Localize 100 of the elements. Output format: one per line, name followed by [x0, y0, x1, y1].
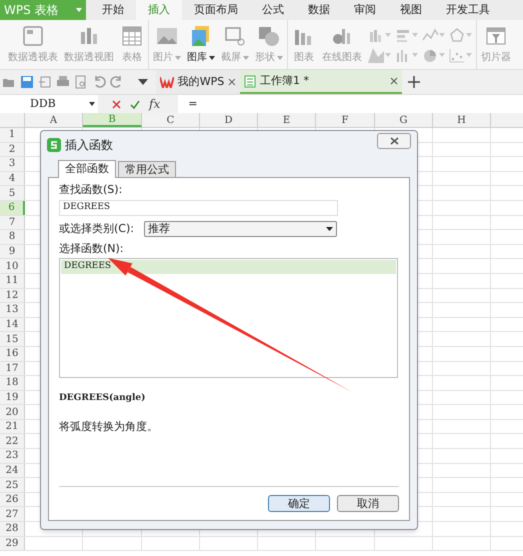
row-header[interactable]: 17: [0, 362, 25, 376]
caret-icon: [243, 56, 249, 60]
column-header[interactable]: G: [375, 113, 433, 127]
cancel-button[interactable]: 取消: [337, 495, 399, 512]
caret-icon: [385, 52, 391, 56]
caret-icon: [466, 32, 472, 36]
close-icon: [390, 137, 398, 145]
row-header[interactable]: 1: [0, 128, 25, 142]
ok-button[interactable]: 确定: [268, 495, 330, 512]
print-preview-icon[interactable]: [74, 75, 88, 89]
row-header[interactable]: 26: [0, 492, 25, 506]
function-button[interactable]: fx: [149, 95, 160, 113]
field-label: 或选择类别(C):: [59, 220, 135, 236]
caret-icon: [385, 32, 391, 36]
caret-icon: [175, 56, 181, 60]
print-icon[interactable]: [56, 75, 70, 89]
caret-icon: [439, 52, 445, 56]
row-header[interactable]: 19: [0, 390, 25, 404]
row-header[interactable]: 3: [0, 157, 25, 171]
column-header[interactable]: D: [200, 113, 258, 127]
field-label: 查找函数(S):: [59, 182, 124, 198]
row-header[interactable]: 8: [0, 230, 25, 244]
column-header[interactable]: B: [83, 113, 142, 127]
row-header[interactable]: 28: [0, 522, 25, 536]
caret-icon[interactable]: [138, 79, 148, 85]
row-header[interactable]: 15: [0, 332, 25, 346]
row-header[interactable]: 13: [0, 303, 25, 317]
spreadsheet-icon: [244, 74, 256, 88]
wps-sheet-logo-icon: [47, 138, 61, 152]
wps-logo-icon: [160, 76, 174, 88]
column-header[interactable]: H: [433, 113, 491, 127]
document-tab[interactable]: 工作簿1 *: [240, 70, 402, 94]
area-chart-icon: [368, 46, 384, 62]
menu-tab[interactable]: 插入: [136, 0, 182, 20]
shapes-icon: [257, 24, 281, 48]
field-label: 选择函数(N):: [59, 241, 125, 257]
line-chart-icon: [422, 26, 438, 42]
function-list-item[interactable]: DEGREES: [61, 260, 396, 274]
dialog-tab[interactable]: 全部函数: [58, 160, 116, 178]
save-icon[interactable]: [20, 75, 34, 89]
menu-tab[interactable]: 开始: [90, 0, 136, 20]
row-header[interactable]: 23: [0, 449, 25, 463]
pivot-table-icon: [21, 24, 45, 48]
function-description: 将弧度转换为角度。: [59, 419, 159, 435]
column-header[interactable]: C: [142, 113, 200, 127]
close-button[interactable]: [377, 133, 411, 149]
row-header[interactable]: 11: [0, 274, 25, 288]
redo-icon[interactable]: [110, 75, 124, 89]
menu-tab[interactable]: 公式: [250, 0, 296, 20]
radar-chart-icon: [449, 26, 465, 42]
caret-icon: [89, 102, 95, 106]
row-header[interactable]: 22: [0, 434, 25, 448]
row-header[interactable]: 4: [0, 172, 25, 186]
cancel-icon[interactable]: [112, 100, 121, 108]
caret-icon: [209, 56, 215, 60]
menu-tab[interactable]: 数据: [296, 0, 342, 20]
row-header[interactable]: 14: [0, 318, 25, 332]
caret-icon: [277, 56, 283, 60]
caret-icon: [412, 52, 418, 56]
row-header[interactable]: 25: [0, 478, 25, 492]
category-dropdown[interactable]: 推荐: [144, 220, 337, 237]
dialog-tab[interactable]: 常用公式: [118, 161, 176, 177]
check-icon[interactable]: [130, 100, 140, 108]
caret-icon: [76, 8, 82, 12]
close-icon[interactable]: [390, 77, 398, 85]
row-header[interactable]: 12: [0, 288, 25, 302]
row-header[interactable]: 10: [0, 259, 25, 273]
name-box[interactable]: DDB: [0, 95, 98, 113]
menu-tab[interactable]: 页面布局: [182, 0, 250, 20]
row-header[interactable]: 5: [0, 186, 25, 200]
formula-input[interactable]: =: [178, 95, 523, 113]
row-header[interactable]: 18: [0, 376, 25, 390]
caret-icon: [466, 52, 472, 56]
scatter-chart-icon: [449, 46, 465, 62]
row-header[interactable]: 2: [0, 142, 25, 156]
search-field[interactable]: DEGREES: [59, 200, 338, 216]
function-signature: DEGREES(angle): [59, 392, 146, 404]
menu-tab[interactable]: 开发工具: [434, 0, 502, 20]
ribbon-button[interactable]: 图库: [187, 24, 215, 65]
document-tab[interactable]: 我的WPS: [156, 70, 240, 94]
caret-icon: [412, 32, 418, 36]
menu-tab[interactable]: 视图: [388, 0, 434, 20]
row-header[interactable]: 21: [0, 420, 25, 434]
row-header[interactable]: 20: [0, 405, 25, 419]
row-header[interactable]: 16: [0, 346, 25, 360]
menu-tab[interactable]: 审阅: [342, 0, 388, 20]
dropdown-arrow-icon: [326, 226, 333, 231]
caret-icon: [439, 32, 445, 36]
row-header[interactable]: 6: [0, 200, 25, 215]
table-icon: [120, 24, 144, 48]
dialog-title: 插入函数: [65, 137, 113, 154]
row-header[interactable]: 24: [0, 464, 25, 478]
row-header[interactable]: 27: [0, 507, 25, 522]
column-header[interactable]: F: [316, 113, 375, 127]
add-tab-icon[interactable]: [408, 76, 420, 88]
row-header[interactable]: 7: [0, 216, 25, 230]
row-header[interactable]: 29: [0, 536, 25, 550]
column-header[interactable]: E: [258, 113, 316, 127]
row-header[interactable]: 9: [0, 244, 25, 258]
close-icon[interactable]: [228, 78, 236, 86]
